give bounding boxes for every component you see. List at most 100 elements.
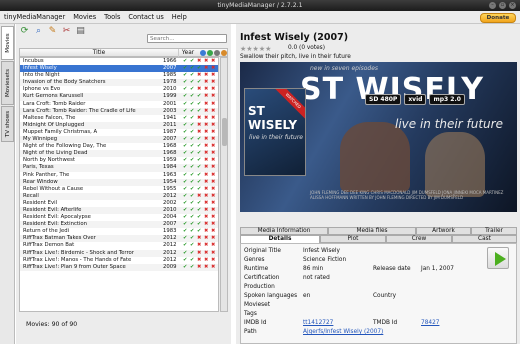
search-field[interactable] [147,34,227,43]
table-row[interactable]: Rebel Without a Cause 1955 ✔ ✔ ✔ ✖ ✖ [20,186,218,193]
path-link[interactable]: Ajgerfs/Infest Wisely (2007) [303,329,383,335]
window-titlebar: tinyMediaManager / 2.7.2.1 – ▫ × [0,0,520,11]
cross-icon: ✖ [197,86,202,93]
column-title[interactable]: Title [20,49,178,57]
tab-cast[interactable]: Cast [452,235,517,243]
table-row[interactable]: Infest Wisely 2007 ✔ ✔ ✔ ✖ ✖ [20,65,218,73]
check-icon: ✔ [183,136,188,143]
check-icon: ✔ [197,221,202,228]
check-icon: ✔ [197,157,202,164]
cross-icon: ✖ [211,256,216,263]
movie-year-cell: 2012 [163,256,177,263]
table-row[interactable]: Midnight Of Unplugged 2011 ✔ ✔ ✖ ✖ ✖ [20,121,218,129]
table-row[interactable]: Into the Night 1985 ✔ ✔ ✖ ✖ ✖ [20,72,218,79]
tab-media-information[interactable]: Media Information [240,227,328,235]
menu-movies[interactable]: Movies [73,13,96,21]
scroll-thumb[interactable] [222,118,227,146]
table-row[interactable]: RiffTrax Live!: Birdemic - Shock and Ter… [20,249,218,257]
table-row[interactable]: Kurt Gernons Karussell 1999 ✔ ✔ ✔ ✖ ✖ [20,93,218,101]
column-year[interactable]: Year [178,49,197,57]
cross-icon: ✖ [204,242,209,249]
image-column-icon[interactable] [207,50,213,56]
movie-list-panel: ⟳ ⌕ ✎ ✂ ▤ Title Year Incubus1966✔✔✖✖✖Inf… [16,24,231,344]
table-row[interactable]: Rear Window 1954 ✔ ✔ ✔ ✖ ✖ [20,178,218,186]
table-row[interactable]: Iphone vs Evo 2010 ✔ ✔ ✖ ✖ ✖ [20,86,218,93]
movie-year-cell: 2009 [163,263,177,270]
tab-details[interactable]: Details [240,235,320,243]
check-icon: ✔ [197,143,202,150]
play-button[interactable] [487,247,509,269]
check-icon: ✔ [183,100,188,107]
tab-media-files[interactable]: Media files [328,227,416,235]
menu-help[interactable]: Help [172,13,187,21]
table-row[interactable]: Return of the Jedi 1983 ✔ ✔ ✔ ✖ ✖ [20,228,218,235]
update-sources-icon[interactable]: ⟳ [19,26,30,37]
tmdb-link[interactable]: 78427 [421,320,439,326]
table-row[interactable]: Muppet Family Christmas, A 1987 ✔ ✔ ✖ ✖ ✖ [20,129,218,136]
check-icon: ✔ [190,107,195,114]
table-row[interactable]: RiffTrax Batman Takes Over 2012 ✔ ✔ ✖ ✖ ✖ [20,235,218,243]
table-row[interactable]: Paris, Texas 1984 ✔ ✔ ✔ ✖ ✖ [20,164,218,172]
table-row[interactable]: Pink Panther, The 1963 ✔ ✔ ✔ ✖ ✖ [20,172,218,179]
menu-contact[interactable]: Contact us [128,13,163,21]
cross-icon: ✖ [211,150,216,157]
runtime-label: Runtime [244,266,269,272]
check-icon: ✔ [190,58,195,64]
table-row[interactable]: Resident Evil: Apocalypse 2004 ✔ ✔ ✔ ✖ ✖ [20,214,218,221]
tab-crew[interactable]: Crew [386,235,452,243]
menu-tools[interactable]: Tools [104,13,120,21]
cross-icon: ✖ [204,192,209,199]
table-row[interactable]: Resident Evil 2002 ✔ ✔ ✔ ✖ ✖ [20,200,218,207]
maximize-icon[interactable]: ▫ [499,2,506,9]
table-row[interactable]: Lara Croft: Tomb Raider: The Cradle of L… [20,107,218,115]
tab-artwork[interactable]: Artwork [416,227,471,235]
list-scrollbar[interactable] [220,57,228,312]
cross-icon: ✖ [211,221,216,228]
tab-plot[interactable]: Plot [320,235,386,243]
cross-icon: ✖ [204,86,209,93]
table-row[interactable]: RiffTrax Live!: Plan 9 from Outer Space 2… [20,263,218,271]
nfo-column-icon[interactable] [200,50,206,56]
table-row[interactable]: Recall 2012 ✔ ✔ ✖ ✖ ✖ [20,192,218,200]
movie-title-cell: My Winnipeg [23,136,58,143]
table-row[interactable]: Resident Evil: Afterlife 2010 ✔ ✔ ✔ ✖ ✖ [20,206,218,215]
movie-year-cell: 1968 [163,143,177,150]
tab-tvshows[interactable]: TV shows [1,106,14,142]
close-icon[interactable]: × [509,2,516,9]
table-row[interactable]: RiffTrax Demon Bat 2012 ✔ ✔ ✖ ✖ ✖ [20,242,218,249]
tab-trailer[interactable]: Trailer [471,227,517,235]
tab-moviesets[interactable]: Moviesets [1,61,14,105]
rename-icon[interactable]: ✂ [61,26,72,37]
cross-icon: ✖ [204,65,209,72]
search-input[interactable] [148,35,226,43]
scrape-icon[interactable]: ⌕ [33,26,44,37]
imdb-link[interactable]: tt1412727 [303,320,333,326]
check-icon: ✔ [197,171,202,178]
filter-icon[interactable]: ▤ [75,26,86,37]
cross-icon: ✖ [204,171,209,178]
cross-icon: ✖ [211,100,216,107]
subtitle-column-icon[interactable] [221,50,227,56]
table-row[interactable]: My Winnipeg 2007 ✔ ✔ ✔ ✖ ✖ [20,136,218,144]
minimize-icon[interactable]: – [489,2,496,9]
table-row[interactable]: North by Northwest 1959 ✔ ✔ ✔ ✖ ✖ [20,157,218,164]
cross-icon: ✖ [204,58,209,64]
table-row[interactable]: Maltese Falcon, The 1941 ✔ ✔ ✖ ✖ ✖ [20,115,218,122]
table-row[interactable]: RiffTrax Live!: Manos - The Hands of Fat… [20,257,218,264]
table-row[interactable]: Resident Evil: Extinction 2007 ✔ ✔ ✔ ✖ ✖ [20,221,218,229]
resolution-badge: SD 480P [365,94,402,105]
movie-title-cell: Invasion of the Body Snatchers [23,79,106,86]
cross-icon: ✖ [204,206,209,213]
edit-icon[interactable]: ✎ [47,26,58,37]
tab-movies[interactable]: Movies [1,26,14,60]
table-row[interactable]: Incubus 1966 ✔ ✔ ✖ ✖ ✖ [20,58,218,65]
trailer-column-icon[interactable] [214,50,220,56]
check-icon: ✔ [190,242,195,249]
donate-button[interactable]: Donate [480,13,516,23]
table-row[interactable]: Lara Croft: Tomb Raider 2001 ✔ ✔ ✔ ✖ ✖ [20,101,218,108]
table-row[interactable]: Night of the Following Day, The 1968 ✔ ✔ ✔ ✖ ✖ [20,143,218,150]
check-icon: ✔ [183,107,188,114]
table-row[interactable]: Night of the Living Dead 1968 ✔ ✔ ✔ ✖ ✖ [20,150,218,158]
menu-tinymediamanager[interactable]: tinyMediaManager [4,13,65,21]
table-row[interactable]: Invasion of the Body Snatchers 1978 ✔ ✔ ✔ ✖ ✖ [20,79,218,87]
